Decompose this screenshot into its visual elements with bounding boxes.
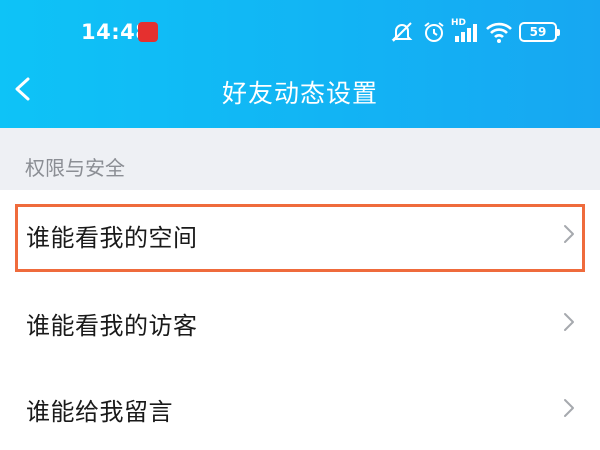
battery-icon: 59: [519, 22, 560, 42]
chevron-right-icon: [564, 313, 574, 331]
list-item-who-can-leave-message[interactable]: 谁能给我留言: [0, 364, 600, 450]
wifi-icon: [486, 22, 512, 43]
status-bar: 14:48 HD 59: [0, 0, 600, 62]
page-title: 好友动态设置: [221, 79, 378, 108]
list-item-who-can-view-visitors[interactable]: 谁能看我的访客: [0, 278, 600, 364]
chevron-right-icon: [564, 225, 574, 243]
cellular-signal-icon: [455, 24, 477, 42]
section-header: 权限与安全: [0, 128, 600, 190]
nav-bar: 好友动态设置: [0, 62, 600, 128]
alarm-muted-icon: [391, 22, 413, 42]
list-item-label: 谁能看我的空间: [26, 224, 198, 252]
settings-list: 谁能看我的空间 谁能看我的访客 谁能给我留言: [0, 190, 600, 450]
section-label: 权限与安全: [25, 156, 125, 180]
app-header: 14:48 HD 59 好友动态设置: [0, 0, 600, 128]
list-item-label: 谁能给我留言: [26, 398, 173, 426]
list-item-who-can-view-space[interactable]: 谁能看我的空间: [0, 190, 600, 276]
battery-level: 59: [529, 25, 547, 39]
list-item-label: 谁能看我的访客: [26, 312, 198, 340]
alarm-clock-icon: [424, 22, 444, 42]
app-notification-badge: [138, 22, 158, 42]
chevron-right-icon: [564, 399, 574, 417]
